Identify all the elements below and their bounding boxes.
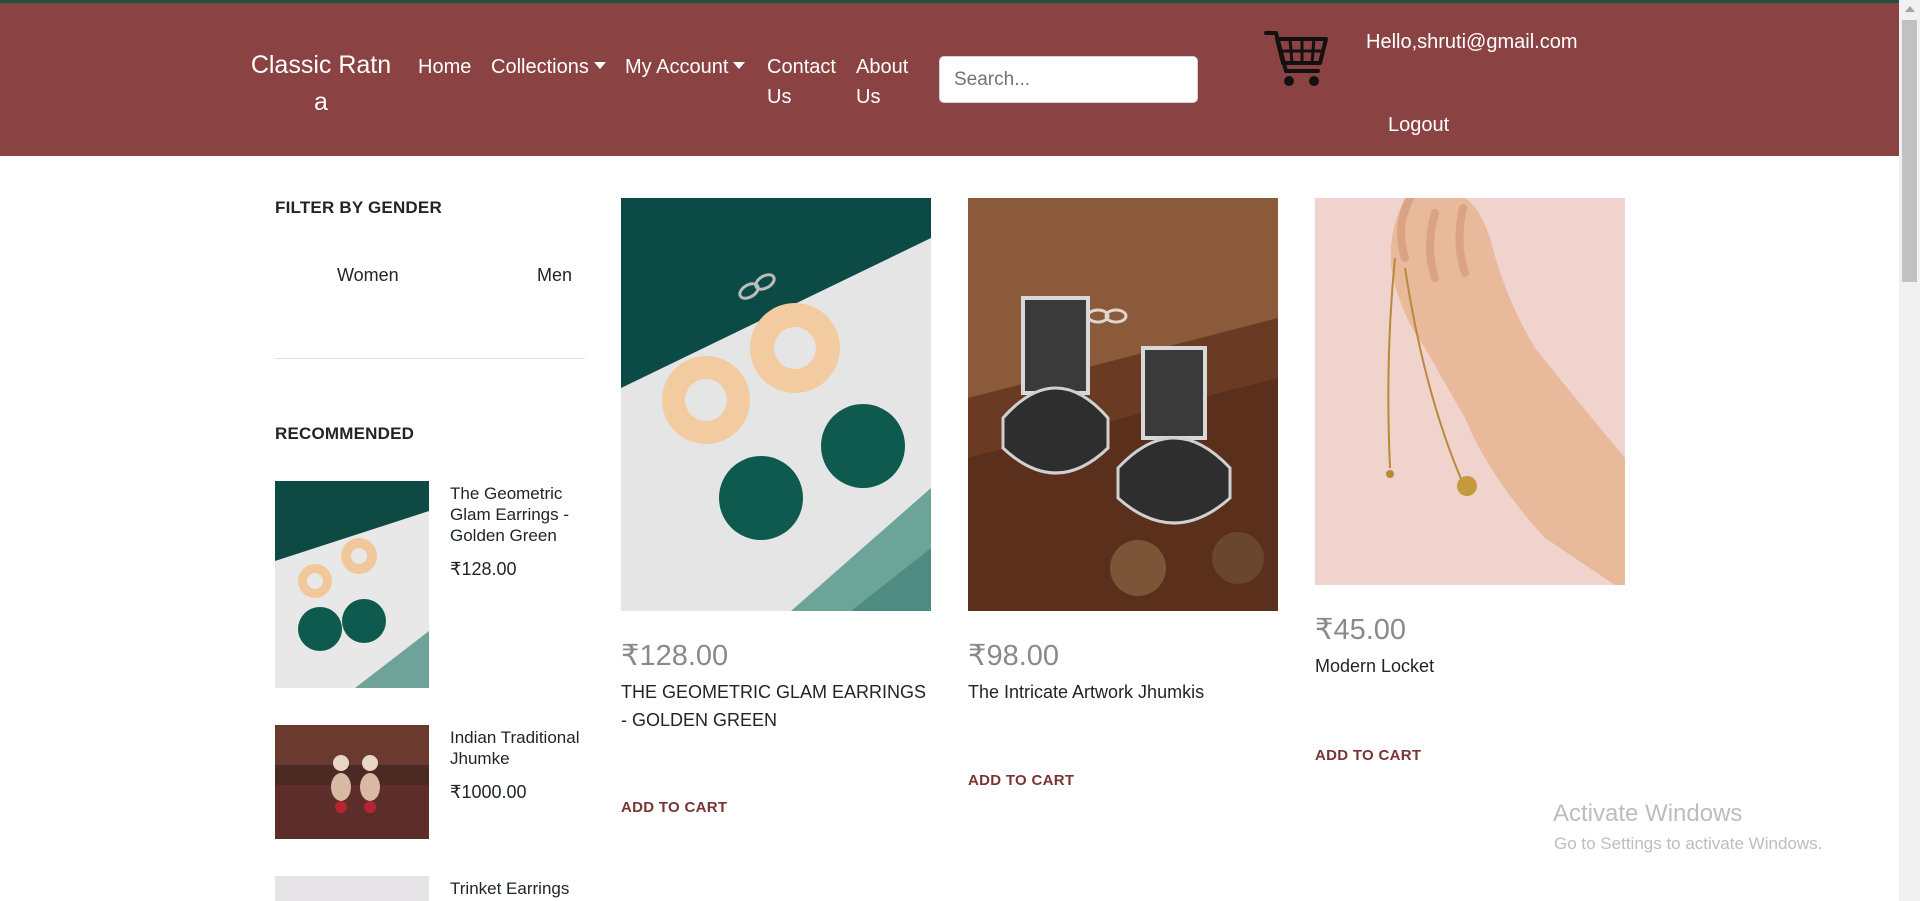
product-image[interactable] <box>621 198 931 611</box>
activate-windows-watermark-subtitle: Go to Settings to activate Windows. <box>1554 834 1823 853</box>
product-price: ₹45.00 <box>1315 614 1407 646</box>
product-name[interactable]: Modern Locket <box>1315 652 1625 680</box>
gender-filter-men[interactable]: Men <box>537 265 572 286</box>
nav-my-account-dropdown[interactable]: My Account <box>625 52 746 82</box>
product-price: ₹128.00 <box>621 640 729 672</box>
product-name[interactable]: The Intricate Artwork Jhumkis <box>968 678 1278 706</box>
product-image[interactable] <box>968 198 1278 611</box>
recommended-item-image[interactable] <box>275 481 429 688</box>
caret-down-icon <box>733 62 746 69</box>
recommended-heading: RECOMMENDED <box>275 424 415 443</box>
scroll-up-arrow-icon[interactable] <box>1905 6 1915 12</box>
filter-by-gender-heading: FILTER BY GENDER <box>275 198 442 217</box>
add-to-cart-button[interactable]: ADD TO CART <box>1315 747 1421 764</box>
scroll-thumb[interactable] <box>1902 20 1917 282</box>
product-image[interactable] <box>1315 198 1625 585</box>
nav-contact-link[interactable]: Contact Us <box>767 52 843 112</box>
activate-windows-watermark-title: Activate Windows <box>1553 800 1743 827</box>
recommended-item-name[interactable]: The Geometric Glam Earrings - Golden Gre… <box>450 483 595 546</box>
add-to-cart-button[interactable]: ADD TO CART <box>621 799 727 816</box>
product-name[interactable]: THE GEOMETRIC GLAM EARRINGS - GOLDEN GRE… <box>621 678 931 734</box>
logout-link[interactable]: Logout <box>1388 110 1449 140</box>
recommended-item-image[interactable] <box>275 876 429 901</box>
nav-collections-dropdown[interactable]: Collections <box>491 52 606 82</box>
nav-my-account-label: My Account <box>625 56 729 78</box>
nav-collections-label: Collections <box>491 56 589 78</box>
search-input[interactable] <box>939 56 1198 103</box>
product-price: ₹98.00 <box>968 640 1060 672</box>
nav-about-link[interactable]: About Us <box>856 52 916 112</box>
navbar: Classic Ratna Home Collections My Accoun… <box>0 3 1899 156</box>
recommended-item-price: ₹128.00 <box>450 559 517 579</box>
vertical-scrollbar[interactable] <box>1899 0 1920 901</box>
brand-logo-text[interactable]: Classic Ratna <box>250 47 392 121</box>
gender-filter-women[interactable]: Women <box>337 265 399 286</box>
recommended-item-price: ₹1000.00 <box>450 782 527 802</box>
nav-home-link[interactable]: Home <box>418 52 471 82</box>
recommended-item-name[interactable]: Trinket Earrings <box>450 878 595 899</box>
add-to-cart-button[interactable]: ADD TO CART <box>968 772 1074 789</box>
divider <box>275 358 585 359</box>
recommended-item-name[interactable]: Indian Traditional Jhumke <box>450 727 595 769</box>
recommended-item-image[interactable] <box>275 725 429 839</box>
user-greeting: Hello,shruti@gmail.com <box>1366 31 1578 53</box>
caret-down-icon <box>593 62 606 69</box>
shopping-cart-icon[interactable] <box>1264 27 1328 89</box>
